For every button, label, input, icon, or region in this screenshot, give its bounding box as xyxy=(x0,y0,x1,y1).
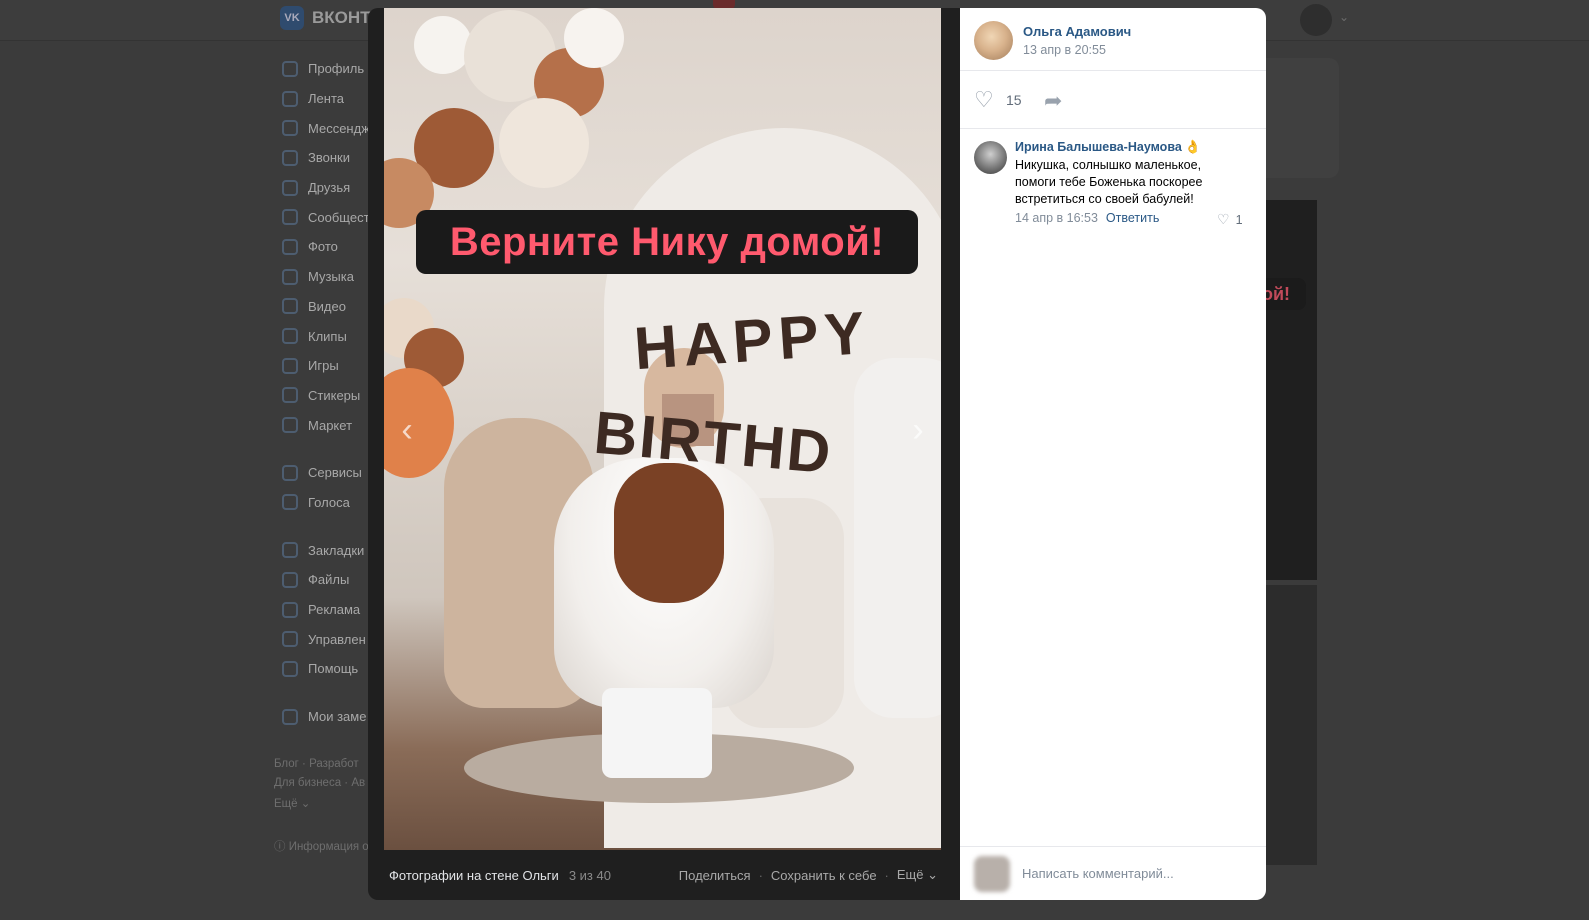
balloon xyxy=(414,16,472,74)
more-menu[interactable]: Ещё ⌄ xyxy=(897,867,938,883)
comment-composer: Написать комментарий... xyxy=(960,846,1266,901)
sidebar-item-stickers[interactable]: Стикеры xyxy=(282,381,372,411)
reply-button[interactable]: Ответить xyxy=(1106,211,1159,225)
sidebar-item-messenger[interactable]: Мессендж xyxy=(282,113,372,143)
sidebar-item-manage[interactable]: Управлен xyxy=(282,624,372,654)
tights xyxy=(602,688,712,778)
feed-card xyxy=(1264,58,1339,178)
sidebar-item-bookmarks[interactable]: Закладки xyxy=(282,535,372,565)
sidebar-item-clips[interactable]: Клипы xyxy=(282,321,372,351)
comment-input[interactable]: Написать комментарий... xyxy=(1022,866,1174,881)
footer-more[interactable]: Ещё ⌄ xyxy=(274,796,369,810)
feed-icon xyxy=(282,90,298,107)
comment-date[interactable]: 14 апр в 16:53 xyxy=(1015,211,1098,225)
bookmark-icon xyxy=(282,542,298,559)
commenter-avatar[interactable] xyxy=(974,141,1007,174)
balloon xyxy=(499,98,589,188)
sidebar-item-music[interactable]: Музыка xyxy=(282,262,372,292)
sidebar-item-notes[interactable]: Мои заме xyxy=(282,702,372,732)
comment-meta: 14 апр в 16:53 Ответить xyxy=(1015,211,1159,225)
left-sidebar: Профиль Лента Мессендж Звонки Друзья Соо… xyxy=(282,54,372,731)
teddy-bear xyxy=(614,463,724,603)
next-photo-icon[interactable]: › xyxy=(903,410,933,450)
heart-icon: ♡ xyxy=(1217,211,1230,227)
phone-icon xyxy=(282,149,298,166)
brand-name: ВКОНТ xyxy=(312,8,371,27)
sidebar-item-profile[interactable]: Профиль xyxy=(282,54,372,84)
separator-dot: · xyxy=(758,867,763,883)
sidebar-item-ads[interactable]: Реклама xyxy=(282,595,372,625)
commenter-name[interactable]: Ирина Балышева-Наумова 👌 xyxy=(1015,139,1201,155)
like-button[interactable]: ♡ 15 xyxy=(974,89,1022,111)
comment-text: Никушка, солнышко маленькое, помоги тебе… xyxy=(1015,158,1203,206)
album-link[interactable]: Фотографии на стене Ольги xyxy=(389,868,559,883)
divider xyxy=(960,128,1266,129)
comment-like-count: 1 xyxy=(1235,212,1243,227)
messenger-icon xyxy=(282,120,298,137)
sidebar-item-games[interactable]: Игры xyxy=(282,351,372,381)
photo-toolbar: Фотографии на стене Ольги 3 из 40 Подели… xyxy=(368,850,960,900)
balloon xyxy=(564,8,624,68)
photo-image[interactable]: HAPPY BIRTHD Верните Нику домой! xyxy=(384,8,941,850)
photo-counter: 3 из 40 xyxy=(568,867,611,883)
divider xyxy=(960,70,1266,71)
sidebar-item-services[interactable]: Сервисы xyxy=(282,458,372,488)
communities-icon xyxy=(282,209,298,226)
chevron-down-icon[interactable]: ⌄ xyxy=(1339,10,1349,24)
vk-logo-icon: VK xyxy=(280,6,304,30)
heart-icon: ♡ xyxy=(974,87,994,112)
author-avatar[interactable] xyxy=(974,21,1013,60)
save-link[interactable]: Сохранить к себе xyxy=(771,868,877,883)
music-icon xyxy=(282,268,298,285)
gamepad-icon xyxy=(282,357,298,374)
share-icon[interactable]: ➦ xyxy=(1044,88,1062,114)
author-name[interactable]: Ольга Адамович xyxy=(1023,24,1131,39)
footer-links[interactable]: Блог · Разработ xyxy=(274,758,369,770)
sidebar-item-calls[interactable]: Звонки xyxy=(282,143,372,173)
photo-actions: Поделиться · Сохранить к себе · Ещё ⌄ xyxy=(679,867,938,883)
megaphone-icon xyxy=(282,601,298,618)
sidebar-item-market[interactable]: Маркет xyxy=(282,410,372,440)
like-count: 15 xyxy=(1006,92,1022,108)
photo-info-panel: Ольга Адамович 13 апр в 20:55 ♡ 15 ➦ Ири… xyxy=(960,8,1266,900)
separator-dot: · xyxy=(884,867,889,883)
photo-caption-banner: Верните Нику домой! xyxy=(416,210,918,274)
profile-icon xyxy=(282,60,298,77)
previous-photo-icon[interactable]: ‹ xyxy=(392,410,422,450)
footer-links-2[interactable]: Для бизнеса · Ав xyxy=(274,777,369,789)
friends-icon xyxy=(282,179,298,196)
services-icon xyxy=(282,464,298,481)
feed-post-image-2 xyxy=(1264,585,1317,865)
sticker-icon xyxy=(282,387,298,404)
sidebar-item-files[interactable]: Файлы xyxy=(282,565,372,595)
sidebar-item-votes[interactable]: Голоса xyxy=(282,488,372,518)
shopping-bag-icon xyxy=(282,417,298,434)
photo-icon xyxy=(282,238,298,255)
comment-like-button[interactable]: ♡ 1 xyxy=(1217,211,1243,228)
sidebar-item-video[interactable]: Видео xyxy=(282,292,372,322)
notes-icon xyxy=(282,708,298,725)
coins-icon xyxy=(282,494,298,511)
share-link[interactable]: Поделиться xyxy=(679,868,751,883)
sidebar-item-friends[interactable]: Друзья xyxy=(282,173,372,203)
help-icon xyxy=(282,660,298,677)
vk-logo[interactable]: VK ВКОНТ xyxy=(280,6,371,30)
sidebar-item-photos[interactable]: Фото xyxy=(282,232,372,262)
feed-post-banner: ой! xyxy=(1262,278,1306,310)
sidebar-item-feed[interactable]: Лента xyxy=(282,84,372,114)
clips-icon xyxy=(282,328,298,345)
feed-post-image xyxy=(1264,200,1317,580)
sidebar-item-communities[interactable]: Сообщест xyxy=(282,202,372,232)
footer-info[interactable]: ⓘ Информация о xyxy=(274,838,369,854)
user-avatar[interactable] xyxy=(1300,4,1332,36)
ok-hand-emoji: 👌 xyxy=(1184,139,1201,154)
current-user-avatar xyxy=(974,856,1010,892)
post-date[interactable]: 13 апр в 20:55 xyxy=(1023,43,1106,57)
file-icon xyxy=(282,571,298,588)
video-icon xyxy=(282,298,298,315)
sidebar-item-help[interactable]: Помощь xyxy=(282,654,372,684)
grid-icon xyxy=(282,631,298,648)
